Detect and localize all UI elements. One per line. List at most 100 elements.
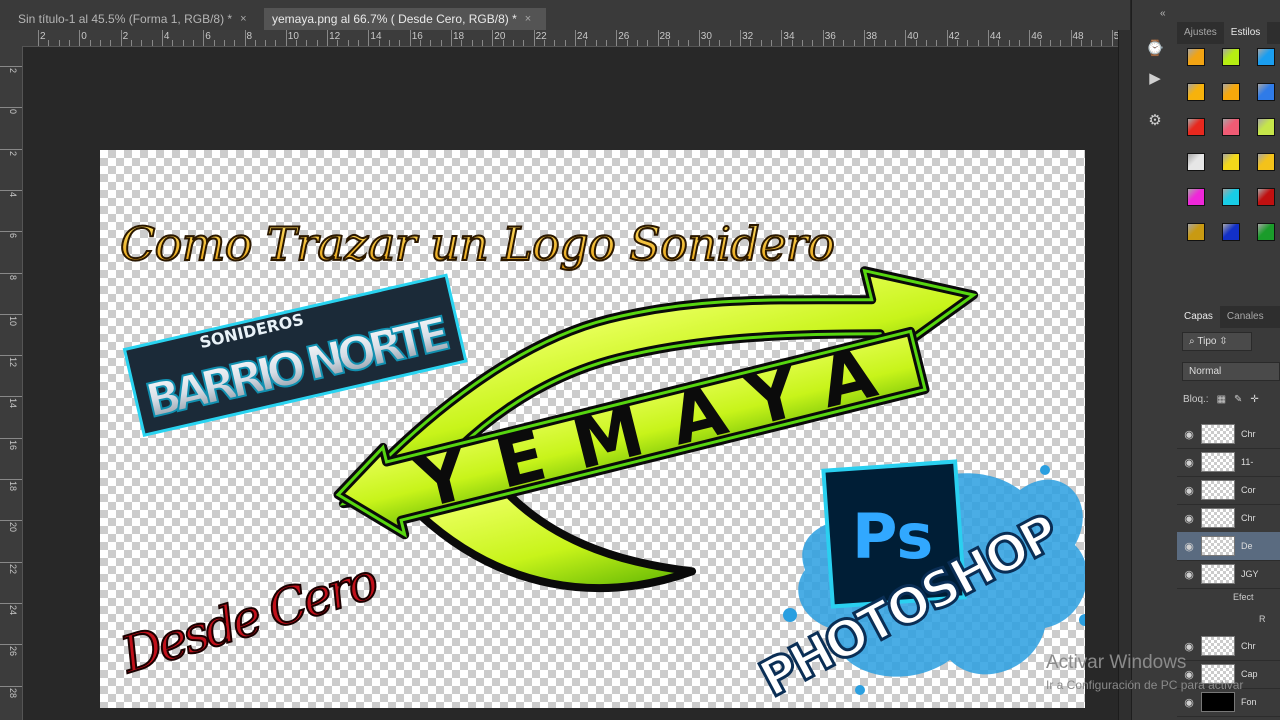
- ruler-tick: [161, 30, 163, 46]
- lock-brush-icon[interactable]: ✎: [1234, 394, 1242, 405]
- ruler-tick: [0, 272, 22, 274]
- ruler-tick: [0, 396, 22, 398]
- ruler-label: 16: [8, 439, 18, 450]
- ruler-label: 44: [989, 31, 1002, 42]
- style-swatch[interactable]: [1222, 48, 1240, 66]
- style-swatch[interactable]: [1222, 118, 1240, 136]
- lock-label: Bloq.:: [1183, 394, 1209, 405]
- eye-icon[interactable]: ◉: [1177, 568, 1201, 581]
- style-swatch[interactable]: [1222, 188, 1240, 206]
- ruler-label: 26: [8, 646, 18, 657]
- style-swatch[interactable]: [1187, 223, 1205, 241]
- eye-icon[interactable]: ◉: [1177, 428, 1201, 441]
- style-swatch[interactable]: [1187, 48, 1205, 66]
- style-swatch[interactable]: [1187, 83, 1205, 101]
- ruler-tick: [254, 40, 256, 46]
- layer-thumbnail: [1201, 508, 1235, 528]
- style-swatch[interactable]: [1257, 118, 1275, 136]
- style-swatch[interactable]: [1222, 153, 1240, 171]
- photoshop-logo: Ps PHOTOSHOP: [749, 459, 1085, 708]
- close-icon[interactable]: ×: [525, 13, 531, 25]
- ruler-tick: [1018, 40, 1020, 46]
- eye-icon[interactable]: ◉: [1177, 456, 1201, 469]
- layer-row[interactable]: ◉ Chr: [1177, 504, 1280, 533]
- eye-icon[interactable]: ◉: [1177, 512, 1201, 525]
- history-icon[interactable]: ⌚: [1142, 36, 1168, 60]
- layer-filter-label: Tipo: [1197, 336, 1217, 347]
- ruler-tick: [285, 30, 287, 46]
- style-swatch[interactable]: [1222, 83, 1240, 101]
- effect-item[interactable]: R: [1259, 614, 1266, 624]
- ruler-tick: [0, 437, 22, 439]
- layer-name: 11-: [1241, 457, 1254, 467]
- eye-icon[interactable]: ◉: [1177, 484, 1201, 497]
- tab-ajustes[interactable]: Ajustes: [1177, 22, 1224, 44]
- headline-text: Como Trazar un Logo Sonidero: [120, 217, 835, 271]
- eye-icon[interactable]: ◉: [1177, 540, 1201, 553]
- ruler-tick: [967, 40, 969, 46]
- close-icon[interactable]: ×: [240, 13, 246, 25]
- blend-mode-select[interactable]: Normal: [1182, 362, 1280, 381]
- ruler-tick: [502, 40, 504, 46]
- ruler-tick: [678, 40, 680, 46]
- windows-activation-watermark: Activar Windows Ir a Configuración de PC…: [1046, 652, 1243, 692]
- vertical-scrollbar[interactable]: [1118, 30, 1131, 720]
- adjustments-styles-tabs: Ajustes Estilos: [1177, 22, 1280, 44]
- ruler-tick: [306, 40, 308, 46]
- tab-capas[interactable]: Capas: [1177, 306, 1220, 328]
- ruler-label: 26: [618, 31, 630, 42]
- ruler-label: 0: [81, 31, 87, 42]
- style-swatch[interactable]: [1257, 153, 1275, 171]
- style-swatch[interactable]: [1257, 188, 1275, 206]
- ruler-label: 12: [8, 357, 18, 368]
- ruler-tick: [244, 30, 246, 46]
- ruler-tick: [853, 40, 855, 46]
- ruler-tick: [543, 40, 545, 46]
- ruler-tick: [389, 40, 390, 46]
- properties-icon[interactable]: ⚙: [1142, 108, 1168, 132]
- eye-icon[interactable]: ◉: [1177, 696, 1201, 709]
- ruler-tick: [667, 40, 669, 46]
- ruler-tick: [48, 40, 50, 46]
- lock-transparency-icon[interactable]: ▦: [1217, 394, 1226, 405]
- eye-icon[interactable]: ◉: [1177, 640, 1201, 653]
- layer-row[interactable]: ◉ Fon: [1177, 688, 1280, 717]
- style-swatch[interactable]: [1187, 153, 1205, 171]
- style-swatch[interactable]: [1257, 48, 1275, 66]
- ruler-tick: [451, 30, 452, 46]
- layer-row[interactable]: ◉ JGY: [1177, 560, 1280, 589]
- layer-row[interactable]: ◉ 11-: [1177, 448, 1280, 477]
- lock-move-icon[interactable]: ✛: [1250, 394, 1258, 405]
- document-canvas[interactable]: Como Trazar un Logo Sonidero SONIDEROS B…: [100, 150, 1085, 708]
- ruler-tick: [512, 40, 514, 46]
- ruler-tick: [925, 40, 927, 46]
- collapse-panels-icon[interactable]: «: [1160, 8, 1166, 19]
- tab-canales[interactable]: Canales: [1220, 306, 1271, 328]
- style-swatch[interactable]: [1222, 223, 1240, 241]
- ruler-tick: [1111, 30, 1113, 46]
- layer-row[interactable]: ◉ Chr: [1177, 420, 1280, 449]
- tab-label: yemaya.png al 66.7% ( Desde Cero, RGB/8)…: [272, 12, 517, 26]
- tab-sin-titulo[interactable]: Sin título-1 al 45.5% (Forma 1, RGB/8) *…: [10, 8, 260, 30]
- style-swatch[interactable]: [1257, 223, 1275, 241]
- tab-label: Sin título-1 al 45.5% (Forma 1, RGB/8) *: [18, 12, 233, 26]
- layer-filter-select[interactable]: ⌕ Tipo ⇳: [1182, 332, 1252, 351]
- ruler-horizontal[interactable]: 2 0 2 4 6 8 10 12 14 16 18 20 22 24 26 28 30 32 34 36 38 40 42…: [22, 30, 1118, 47]
- ruler-label: 28: [8, 687, 18, 698]
- ruler-vertical[interactable]: 2024681012141618202224262830: [0, 46, 23, 720]
- layer-row[interactable]: ◉ Cor: [1177, 476, 1280, 505]
- ruler-tick: [802, 40, 803, 46]
- right-panels: Ajustes Estilos Capas Canales ⌕ Tipo ⇳ N…: [1177, 0, 1280, 720]
- style-swatch[interactable]: [1187, 188, 1205, 206]
- style-swatch[interactable]: [1187, 118, 1205, 136]
- layer-row-selected[interactable]: ◉ De: [1177, 532, 1280, 561]
- play-actions-icon[interactable]: ▶: [1142, 66, 1168, 90]
- ruler-tick: [554, 40, 556, 46]
- tab-estilos[interactable]: Estilos: [1223, 22, 1268, 44]
- ruler-tick: [440, 40, 442, 46]
- layer-name: De: [1241, 541, 1253, 551]
- effects-label[interactable]: Efect: [1233, 592, 1254, 602]
- tab-yemaya[interactable]: yemaya.png al 66.7% ( Desde Cero, RGB/8)…: [264, 8, 546, 30]
- ruler-tick: [223, 40, 225, 46]
- style-swatch[interactable]: [1257, 83, 1275, 101]
